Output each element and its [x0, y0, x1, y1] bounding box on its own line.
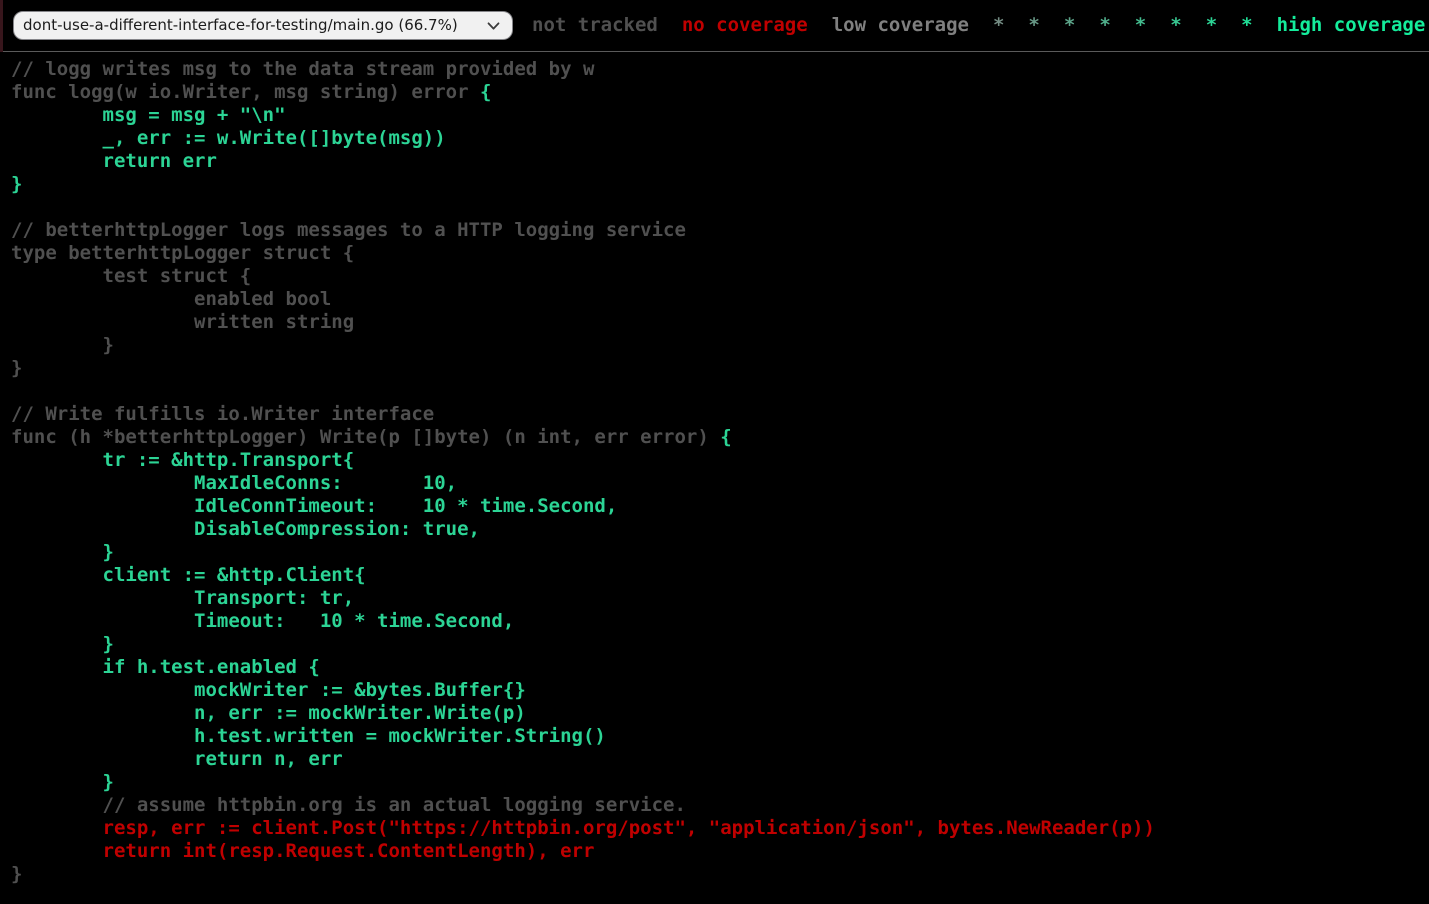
- code-segment: mockWriter := &bytes.Buffer{}: [11, 679, 526, 701]
- source-code: // logg writes msg to the data stream pr…: [11, 58, 1429, 886]
- code-segment: written string: [11, 311, 354, 333]
- code-segment: n, err := mockWriter.Write(p): [11, 702, 526, 724]
- code-segment: msg = msg + "\n": [11, 104, 286, 126]
- legend-cov7: *: [1170, 14, 1181, 36]
- legend-cov0: no coverage: [682, 14, 808, 36]
- coverage-legend: not tracked no coverage low coverage * * * * * *…: [520, 14, 1429, 37]
- code-segment: _, err := w.Write([]byte(msg)): [11, 127, 446, 149]
- code-segment: // betterhttpLogger logs messages to a H…: [11, 219, 686, 241]
- code-segment: }: [11, 771, 114, 793]
- code-segment: client := &http.Client{: [11, 564, 366, 586]
- code-segment: MaxIdleConns: 10,: [11, 472, 457, 494]
- code-segment: }: [11, 173, 22, 195]
- code-segment: func logg(w io.Writer, msg string) error: [11, 81, 480, 103]
- code-segment: DisableCompression: true,: [11, 518, 480, 540]
- code-segment: }: [11, 334, 114, 356]
- legend-cov2: *: [993, 14, 1004, 36]
- file-selector-wrapper: dont-use-a-different-interface-for-testi…: [13, 11, 513, 40]
- code-segment: // assume httpbin.org is an actual loggi…: [11, 794, 686, 816]
- code-segment: Timeout: 10 * time.Second,: [11, 610, 514, 632]
- code-segment: func (h *betterhttpLogger) Write(p []byt…: [11, 426, 720, 448]
- code-segment: // logg writes msg to the data stream pr…: [11, 58, 594, 80]
- legend-cov4: *: [1064, 14, 1075, 36]
- code-segment: {: [720, 426, 731, 448]
- code-segment: }: [11, 541, 114, 563]
- code-segment: }: [11, 633, 114, 655]
- code-segment: test struct {: [11, 265, 251, 287]
- code-segment: resp, err := client.Post("https://httpbi…: [11, 817, 1155, 839]
- legend-cov5: *: [1099, 14, 1110, 36]
- legend-cov1: low coverage: [832, 14, 969, 36]
- topbar: dont-use-a-different-interface-for-testi…: [0, 0, 1429, 52]
- code-segment: Transport: tr,: [11, 587, 354, 609]
- window-edge-artifact: [0, 0, 3, 52]
- code-segment: return err: [11, 150, 217, 172]
- code-segment: }: [11, 357, 22, 379]
- code-segment: h.test.written = mockWriter.String(): [11, 725, 606, 747]
- code-segment: {: [480, 81, 491, 103]
- code-segment: // Write fulfills io.Writer interface: [11, 403, 434, 425]
- file-selector[interactable]: dont-use-a-different-interface-for-testi…: [13, 11, 513, 40]
- code-segment: IdleConnTimeout: 10 * time.Second,: [11, 495, 617, 517]
- code-segment: return n, err: [11, 748, 343, 770]
- content: // logg writes msg to the data stream pr…: [0, 58, 1429, 886]
- legend-cov10: high coverage: [1277, 14, 1426, 36]
- code-segment: tr := &http.Transport{: [11, 449, 354, 471]
- code-segment: type betterhttpLogger struct {: [11, 242, 354, 264]
- code-segment: return int(resp.Request.ContentLength), …: [11, 840, 594, 862]
- code-segment: enabled bool: [11, 288, 331, 310]
- legend-cov3: *: [1028, 14, 1039, 36]
- legend-cov9: *: [1241, 14, 1252, 36]
- code-segment: if h.test.enabled {: [11, 656, 320, 678]
- legend-untracked: not tracked: [532, 14, 658, 36]
- legend-cov6: *: [1135, 14, 1146, 36]
- legend-cov8: *: [1206, 14, 1217, 36]
- code-segment: }: [11, 863, 22, 885]
